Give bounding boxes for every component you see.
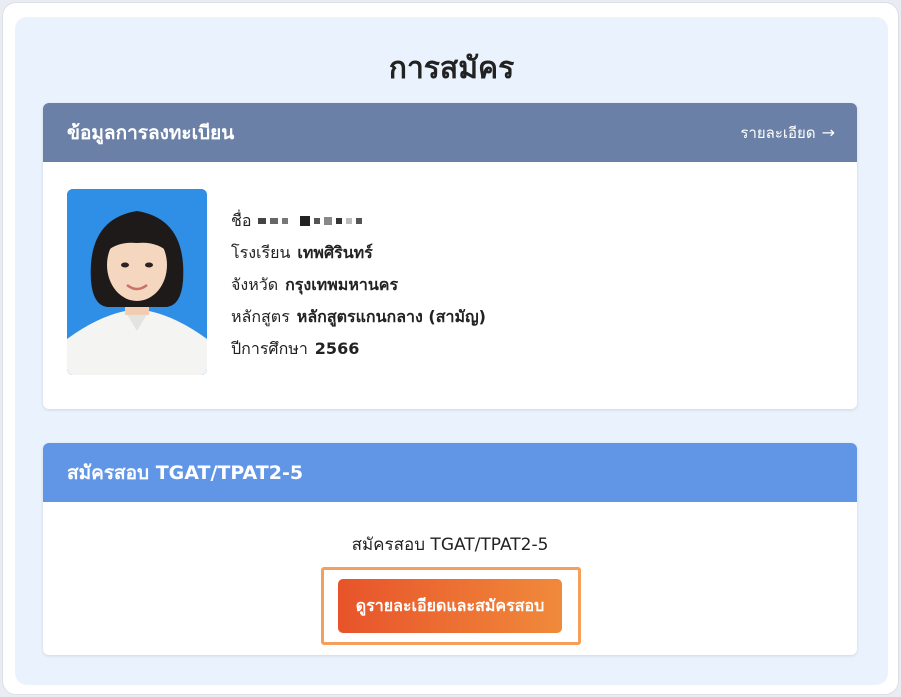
info-label: หลักสูตร: [231, 307, 290, 326]
info-label: จังหวัด: [231, 275, 279, 294]
info-value: กรุงเทพมหานคร: [285, 275, 399, 294]
apply-card: สมัครสอบ TGAT/TPAT2-5 สมัครสอบ TGAT/TPAT…: [43, 443, 857, 655]
page-title: การสมัคร: [388, 51, 515, 86]
info-value: เทพศิรินทร์: [297, 243, 373, 262]
view-details-and-apply-button[interactable]: ดูรายละเอียดและสมัครสอบ: [338, 579, 562, 633]
apply-header-title: สมัครสอบ TGAT/TPAT2-5: [67, 461, 304, 484]
info-label: โรงเรียน: [231, 243, 291, 262]
page-frame: การสมัคร ข้อมูลการลงทะเบียน รายละเอียด →: [2, 2, 899, 695]
info-label: ปีการศึกษา: [231, 339, 308, 358]
apply-header: สมัครสอบ TGAT/TPAT2-5: [43, 443, 857, 502]
content-panel: การสมัคร ข้อมูลการลงทะเบียน รายละเอียด →: [15, 17, 888, 685]
detail-link[interactable]: รายละเอียด →: [740, 121, 835, 145]
registration-info: ชื่อ โรงเรียน เทพศิรินทร์ จังหวัด กรุงเท…: [231, 205, 486, 365]
student-photo-image: [67, 189, 207, 375]
info-row-school: โรงเรียน เทพศิรินทร์: [231, 237, 486, 269]
student-photo: [67, 189, 207, 375]
info-row-province: จังหวัด กรุงเทพมหานคร: [231, 269, 486, 301]
info-value: 2566: [314, 339, 360, 358]
registration-header-title: ข้อมูลการลงทะเบียน: [67, 121, 235, 144]
detail-link-label: รายละเอียด: [740, 123, 816, 142]
apply-description: สมัครสอบ TGAT/TPAT2-5: [351, 535, 549, 555]
info-row-curriculum: หลักสูตร หลักสูตรแกนกลาง (สามัญ): [231, 301, 486, 333]
info-value: หลักสูตรแกนกลาง (สามัญ): [296, 307, 486, 326]
registration-card: ข้อมูลการลงทะเบียน รายละเอียด → ชื่อ โรง…: [43, 103, 857, 409]
info-row-name: ชื่อ: [231, 205, 486, 237]
info-row-academic-year: ปีการศึกษา 2566: [231, 333, 486, 365]
registration-header: ข้อมูลการลงทะเบียน รายละเอียด →: [43, 103, 857, 162]
info-label: ชื่อ: [231, 211, 252, 230]
redacted-name: [258, 216, 363, 226]
arrow-right-icon: →: [821, 123, 835, 142]
